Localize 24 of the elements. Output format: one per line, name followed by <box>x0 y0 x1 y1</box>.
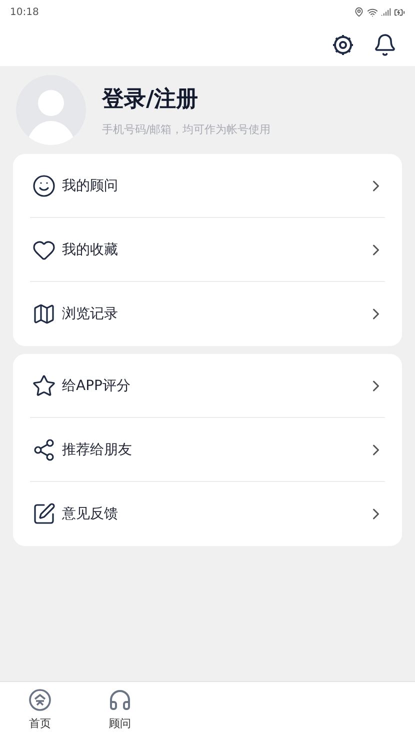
settings-button[interactable] <box>331 33 355 57</box>
nav-tab[interactable]: 顾问 <box>80 682 160 737</box>
notification-button[interactable] <box>373 33 397 57</box>
location-icon <box>354 7 364 17</box>
menu-item[interactable]: 意见反馈 <box>30 482 385 546</box>
map-icon <box>32 302 56 326</box>
login-hint: 手机号码/邮箱，均可作为帐号使用 <box>102 122 271 136</box>
login-title[interactable]: 登录/注册 <box>102 84 271 114</box>
smile-icon <box>32 174 56 198</box>
menu-item[interactable]: 浏览记录 <box>30 282 385 346</box>
nav-tab[interactable]: 首页 <box>0 682 80 737</box>
menu-item[interactable]: 给APP评分 <box>30 354 385 418</box>
wifi-icon <box>367 6 378 18</box>
menu-item[interactable]: 我的顾问 <box>30 154 385 218</box>
signal-icon <box>381 7 391 17</box>
battery-icon <box>394 6 405 18</box>
menu-item[interactable]: 我的收藏 <box>30 218 385 282</box>
share-icon <box>32 438 56 462</box>
star-icon <box>32 374 56 398</box>
circle-icon <box>28 688 52 712</box>
edit-icon <box>32 502 56 526</box>
headset-icon <box>108 688 132 712</box>
menu-item[interactable]: 推荐给朋友 <box>30 418 385 482</box>
status-time: 10:18 <box>10 6 39 18</box>
